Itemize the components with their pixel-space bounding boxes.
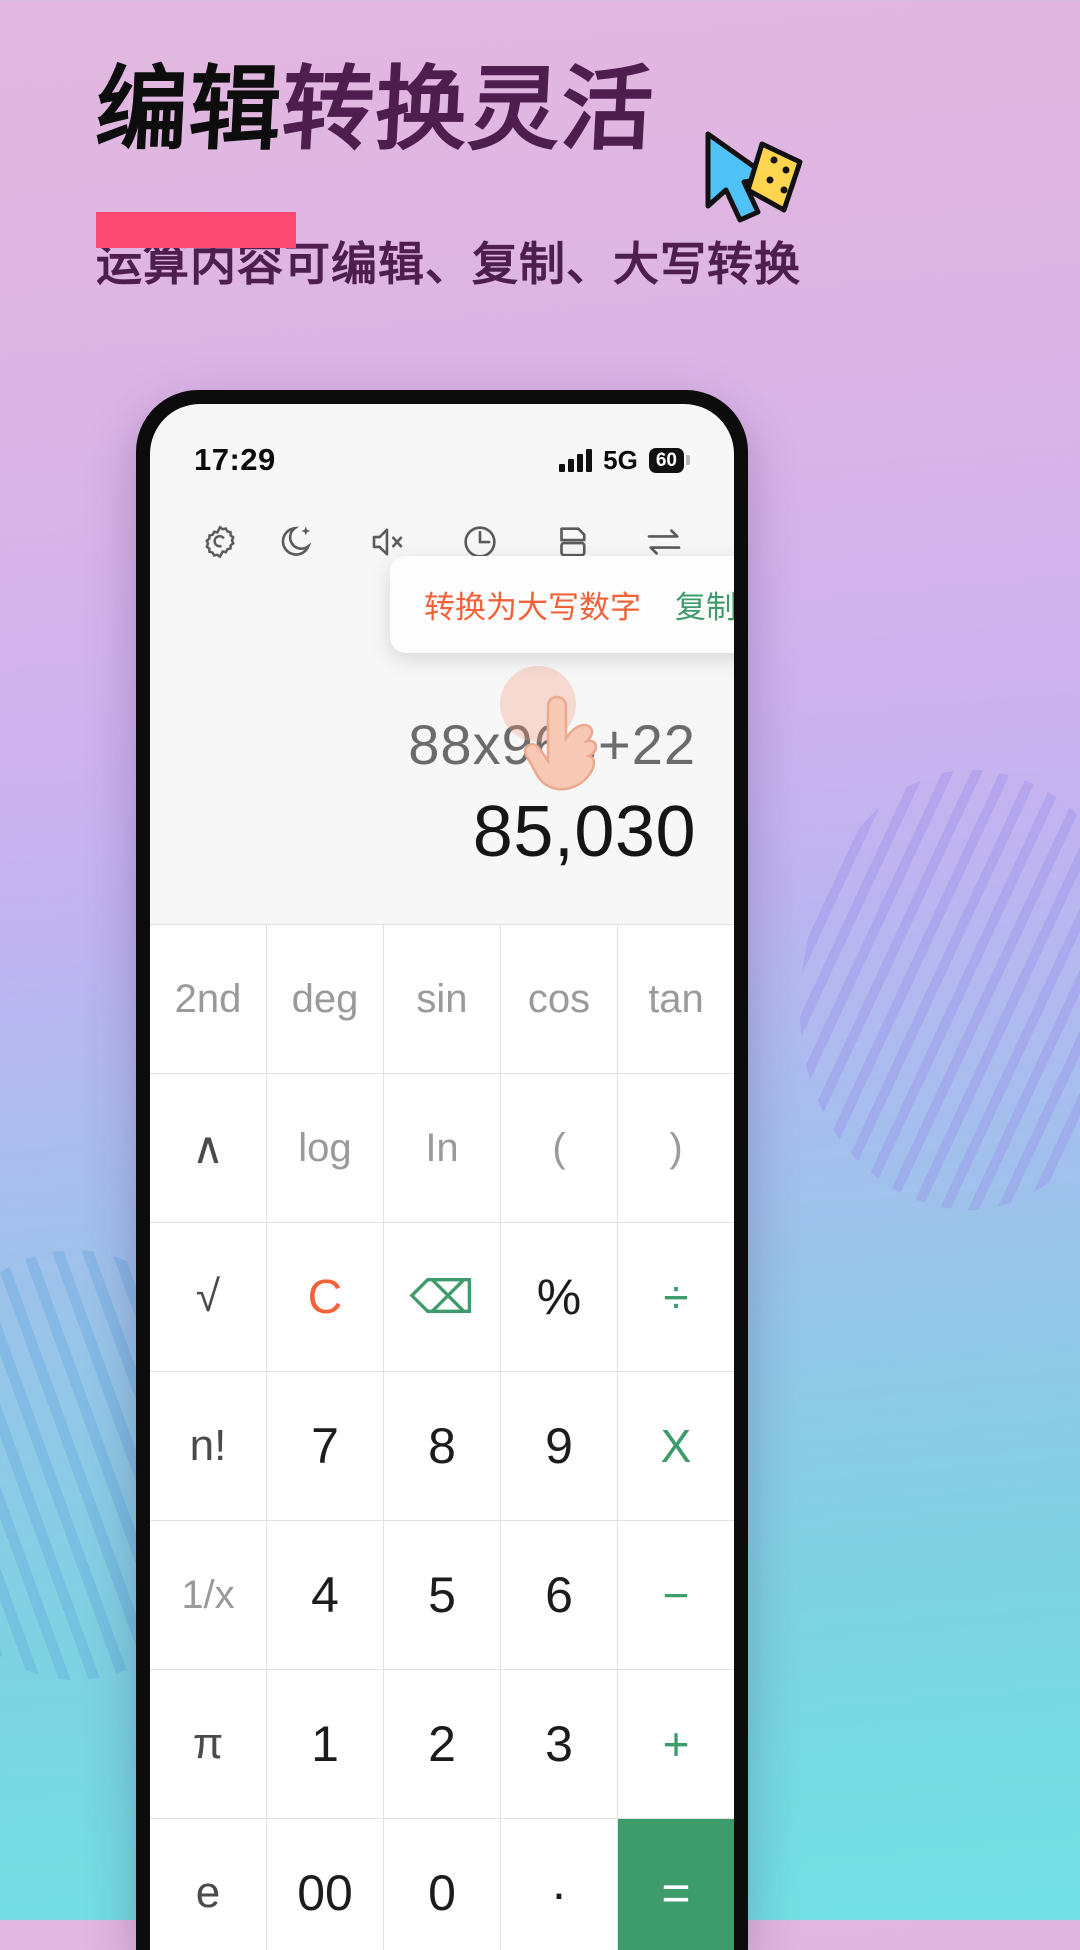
copy-button[interactable]: 复制 bbox=[675, 582, 734, 627]
key-paren-open[interactable]: ( bbox=[501, 1074, 617, 1222]
key-sqrt[interactable]: √ bbox=[150, 1223, 266, 1371]
key-5[interactable]: 5 bbox=[384, 1521, 500, 1669]
key-divide[interactable]: ÷ bbox=[618, 1223, 734, 1371]
signal-bars-icon bbox=[559, 448, 593, 472]
dark-mode-moon-star-icon[interactable] bbox=[268, 514, 324, 570]
battery-level-label: 60 bbox=[648, 447, 684, 473]
key-plus[interactable]: + bbox=[618, 1670, 734, 1818]
key-3[interactable]: 3 bbox=[501, 1670, 617, 1818]
key-0[interactable]: 0 bbox=[384, 1819, 500, 1950]
key-6[interactable]: 6 bbox=[501, 1521, 617, 1669]
key-double-zero[interactable]: 00 bbox=[267, 1819, 383, 1950]
result-text[interactable]: 85,030 bbox=[188, 791, 696, 873]
key-multiply[interactable]: X bbox=[618, 1372, 734, 1520]
key-sin[interactable]: sin bbox=[384, 925, 500, 1073]
phone-screen: 17:29 5G 60 转换为大写数字 复制 85,030 2nd deg si… bbox=[150, 404, 734, 1950]
promo-header: 编辑转换灵活 bbox=[0, 56, 1080, 248]
key-7[interactable]: 7 bbox=[267, 1372, 383, 1520]
context-menu-popup: 转换为大写数字 复制 bbox=[390, 556, 734, 653]
headline-rest-text: 转换灵活 bbox=[279, 56, 657, 163]
key-equals[interactable]: = bbox=[618, 1819, 734, 1950]
key-power[interactable]: ∧ bbox=[150, 1074, 266, 1222]
key-decimal[interactable]: · bbox=[501, 1819, 617, 1950]
key-4[interactable]: 4 bbox=[267, 1521, 383, 1669]
key-backspace-icon[interactable]: ⌫ bbox=[384, 1223, 500, 1371]
key-minus[interactable]: − bbox=[618, 1521, 734, 1669]
key-paren-close[interactable]: ) bbox=[618, 1074, 734, 1222]
key-2nd[interactable]: 2nd bbox=[150, 925, 266, 1073]
battery-cap bbox=[686, 455, 690, 465]
key-log[interactable]: log bbox=[267, 1074, 383, 1222]
key-deg[interactable]: deg bbox=[267, 925, 383, 1073]
convert-to-uppercase-button[interactable]: 转换为大写数字 bbox=[424, 582, 641, 627]
calculator-keypad: 2nd deg sin cos tan ∧ log In ( ) √ C ⌫ %… bbox=[150, 924, 734, 1950]
key-9[interactable]: 9 bbox=[501, 1372, 617, 1520]
headline-highlight-bar bbox=[96, 212, 296, 248]
decorative-stripe-blob-right bbox=[800, 770, 1080, 1210]
key-8[interactable]: 8 bbox=[384, 1372, 500, 1520]
status-bar: 17:29 5G 60 bbox=[150, 404, 734, 490]
status-indicators: 5G 60 bbox=[559, 445, 690, 476]
key-percent[interactable]: % bbox=[501, 1223, 617, 1371]
key-cos[interactable]: cos bbox=[501, 925, 617, 1073]
hand-tap-cursor-icon bbox=[523, 695, 598, 791]
headline-highlight-text: 编辑 bbox=[93, 56, 285, 163]
key-ln[interactable]: In bbox=[384, 1074, 500, 1222]
network-type-label: 5G bbox=[603, 444, 638, 475]
cursor-pointer-icon bbox=[705, 131, 803, 223]
key-pi[interactable]: π bbox=[150, 1670, 266, 1818]
key-tan[interactable]: tan bbox=[618, 925, 734, 1073]
key-2[interactable]: 2 bbox=[384, 1670, 500, 1818]
battery-indicator: 60 bbox=[648, 447, 690, 473]
key-reciprocal[interactable]: 1/x bbox=[150, 1521, 266, 1669]
settings-gear-icon[interactable] bbox=[192, 514, 248, 570]
promo-headline: 编辑转换灵活 bbox=[93, 56, 657, 163]
key-clear[interactable]: C bbox=[267, 1223, 383, 1371]
key-1[interactable]: 1 bbox=[267, 1670, 383, 1818]
key-e[interactable]: e bbox=[150, 1819, 266, 1950]
phone-mockup: 17:29 5G 60 转换为大写数字 复制 85,030 2nd deg si… bbox=[136, 390, 748, 1950]
key-factorial[interactable]: n! bbox=[150, 1372, 266, 1520]
status-time: 17:29 bbox=[194, 442, 276, 477]
